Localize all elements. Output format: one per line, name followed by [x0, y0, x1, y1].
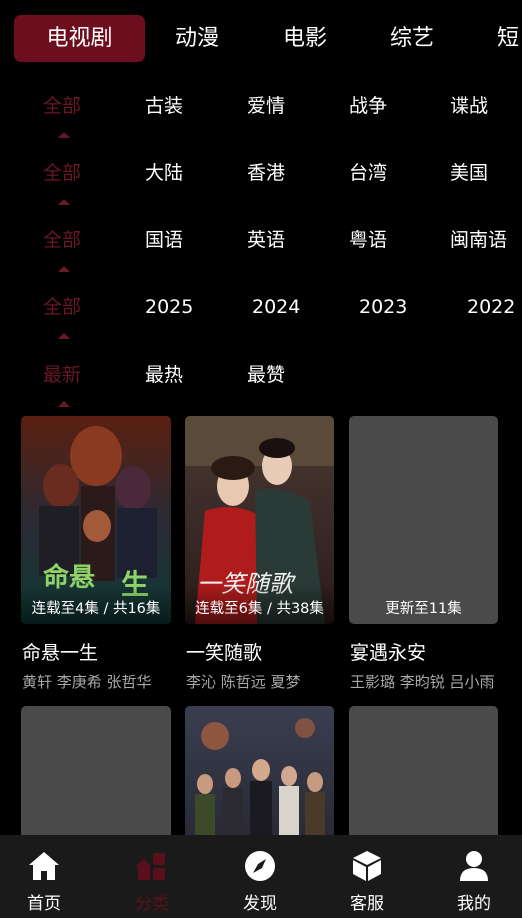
nav-category[interactable]: 分类 [100, 835, 204, 918]
nav-customer-service[interactable]: 客服 [315, 835, 419, 918]
filter-chip-year[interactable]: 2022 [467, 290, 515, 324]
top-category-tabs: 电视剧 动漫 电影 综艺 短 [0, 0, 522, 78]
filter-chip-year-all[interactable]: 全部 [43, 290, 81, 324]
app-root: 电视剧 动漫 电影 综艺 短 全部 古装 爱情 战争 谍战 全部 大陆 香港 台… [0, 0, 522, 918]
selected-caret-icon [58, 401, 70, 407]
tab-variety[interactable]: 综艺 [390, 15, 434, 62]
drama-card[interactable]: 更新至11集 宴遇永安 王影璐 李昀锐 吕小雨 [349, 416, 499, 696]
selected-caret-icon [58, 333, 70, 339]
filter-chip-genre[interactable]: 战争 [349, 89, 387, 123]
filter-chip-genre-all[interactable]: 全部 [43, 89, 81, 123]
filter-chip-language[interactable]: 国语 [145, 223, 183, 257]
card-title[interactable]: 宴遇永安 [350, 638, 426, 665]
sort-chip-latest[interactable]: 最新 [43, 358, 81, 392]
drama-card[interactable]: 命悬 生 连载至4集 / 共16集 命悬一生 黄轩 李庚希 张哲华 [21, 416, 171, 696]
filter-chip-genre[interactable]: 古装 [145, 89, 183, 123]
episode-status: 连载至4集 / 共16集 [31, 601, 161, 617]
sort-chip-hottest[interactable]: 最热 [145, 358, 183, 392]
sort-chip-most-liked[interactable]: 最赞 [247, 358, 285, 392]
card-title[interactable]: 一笑随歌 [186, 638, 262, 665]
filter-chip-year[interactable]: 2023 [359, 290, 407, 324]
filter-chip-language[interactable]: 英语 [247, 223, 285, 257]
filter-row-year: 全部 2025 2024 2023 2022 [0, 290, 522, 352]
selected-caret-icon [58, 199, 70, 205]
filter-chip-genre[interactable]: 爱情 [247, 89, 285, 123]
filter-chip-region[interactable]: 香港 [247, 156, 285, 190]
filter-chip-language[interactable]: 闽南语 [450, 223, 507, 257]
filter-row-language: 全部 国语 英语 粤语 闽南语 [0, 223, 522, 285]
poster-placeholder[interactable] [349, 706, 498, 836]
poster-art-war [185, 706, 334, 836]
filter-chip-year[interactable]: 2024 [252, 290, 300, 324]
tab-short[interactable]: 短 [497, 15, 519, 62]
nav-discover[interactable]: 发现 [208, 835, 312, 918]
selected-caret-icon [58, 266, 70, 272]
drama-card[interactable] [21, 706, 171, 836]
cube-icon [353, 851, 381, 881]
nav-profile[interactable]: 我的 [422, 835, 522, 918]
filter-chip-genre[interactable]: 谍战 [450, 89, 488, 123]
nav-label: 我的 [457, 894, 491, 914]
bottom-navigation: 首页 分类 发现 客服 我的 [0, 835, 522, 918]
poster-placeholder[interactable] [21, 706, 171, 836]
poster-placeholder[interactable]: 更新至11集 [349, 416, 498, 624]
tab-tv-series[interactable]: 电视剧 [14, 15, 145, 62]
drama-card[interactable] [185, 706, 335, 836]
filter-chip-region-all[interactable]: 全部 [43, 156, 81, 190]
nav-label: 首页 [27, 894, 61, 914]
user-icon [460, 851, 488, 881]
card-cast: 王影璐 李昀锐 吕小雨 [350, 673, 495, 691]
poster-image[interactable] [185, 706, 334, 836]
tab-anime[interactable]: 动漫 [175, 15, 219, 62]
card-title[interactable]: 命悬一生 [22, 638, 98, 665]
filter-row-region: 全部 大陆 香港 台湾 美国 [0, 156, 522, 218]
filter-chip-region[interactable]: 大陆 [145, 156, 183, 190]
episode-status: 更新至11集 [385, 601, 462, 617]
category-icon [136, 853, 165, 880]
drama-card[interactable] [349, 706, 499, 836]
drama-card[interactable]: 一笑随歌 连载至6集 / 共38集 一笑随歌 李沁 陈哲远 夏梦 [185, 416, 335, 696]
filter-row-genre: 全部 古装 爱情 战争 谍战 [0, 89, 522, 151]
nav-label: 分类 [135, 894, 169, 914]
filter-chip-language[interactable]: 粤语 [349, 223, 387, 257]
home-icon [29, 852, 59, 880]
poster-image[interactable]: 命悬 生 连载至4集 / 共16集 [21, 416, 171, 624]
nav-label: 发现 [243, 894, 277, 914]
nav-home[interactable]: 首页 [0, 835, 96, 918]
filter-chip-language-all[interactable]: 全部 [43, 223, 81, 257]
card-cast: 黄轩 李庚希 张哲华 [22, 673, 152, 691]
filter-chip-year[interactable]: 2025 [145, 290, 193, 324]
poster-image[interactable]: 一笑随歌 连载至6集 / 共38集 [185, 416, 334, 624]
nav-label: 客服 [350, 894, 384, 914]
tab-movies[interactable]: 电影 [283, 15, 327, 62]
filter-row-sort: 最新 最热 最赞 [0, 358, 522, 420]
card-cast: 李沁 陈哲远 夏梦 [186, 673, 301, 691]
filter-chip-region[interactable]: 台湾 [349, 156, 387, 190]
selected-caret-icon [58, 132, 70, 138]
filter-chip-region[interactable]: 美国 [450, 156, 488, 190]
episode-status: 连载至6集 / 共38集 [195, 601, 324, 617]
compass-icon [245, 851, 275, 881]
